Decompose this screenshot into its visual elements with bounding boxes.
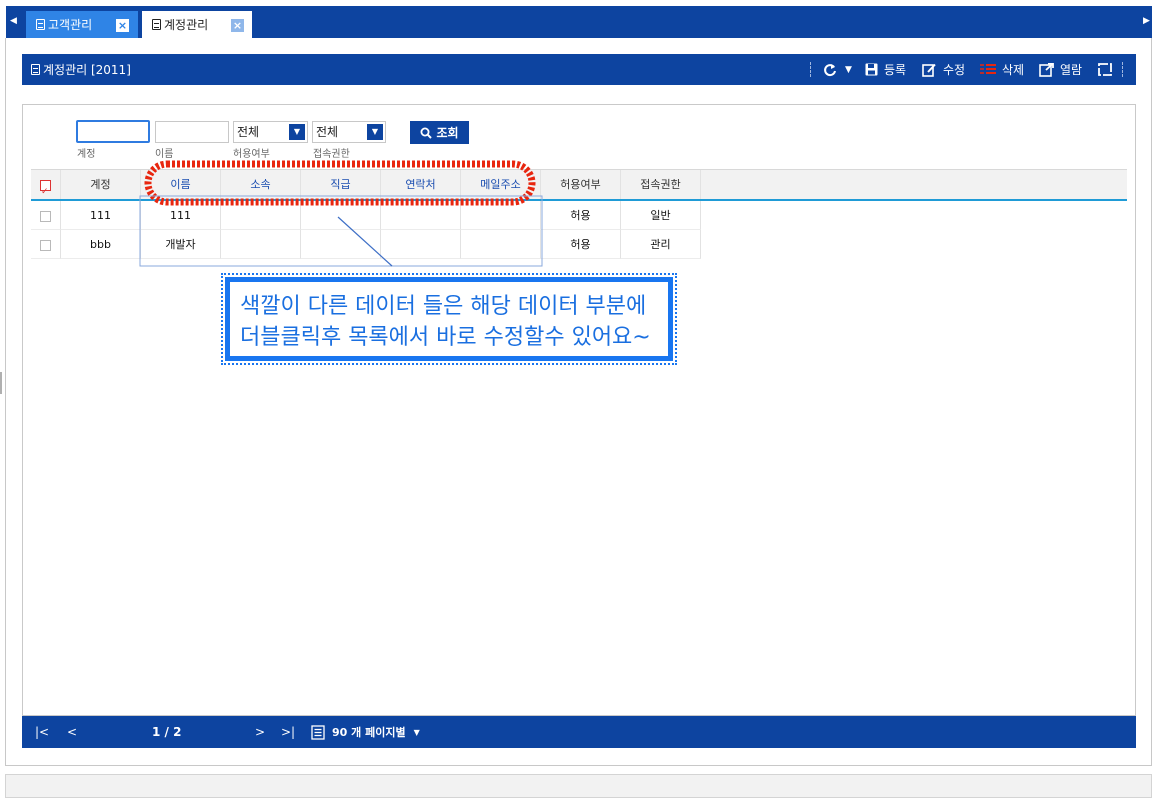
next-page-button[interactable]: > [255,716,265,748]
first-page-icon: |< [35,725,50,739]
chevron-right-icon: > [255,725,266,739]
annotation-overlay [139,160,543,267]
list-page-icon [311,724,325,740]
first-page-button[interactable]: |< [35,716,49,748]
annotation-text-line2: 더블클릭후 목록에서 바로 수정할수 있어요~ [240,325,651,350]
last-page-button[interactable]: >| [281,716,295,748]
bottom-status-bar [5,774,1152,798]
pagination-bar: |< < 1 / 2 > >| 90 개 페이지별 ▼ [22,716,1136,748]
annotation-text-line1: 색깔이 다른 데이터 들은 해당 데이터 부분에 [240,294,647,319]
page-size-select[interactable]: 90 개 페이지별 ▼ [311,716,420,748]
annotation-pointer-line [337,216,393,267]
chevron-down-icon: ▼ [413,727,420,737]
chevron-left-icon: < [67,725,78,739]
editable-area-outline [139,195,543,267]
page-indicator: 1 / 2 [152,725,182,739]
prev-page-button[interactable]: < [67,716,77,748]
last-page-icon: >| [281,725,296,739]
page-size-label: 90 개 페이지별 [332,726,406,739]
